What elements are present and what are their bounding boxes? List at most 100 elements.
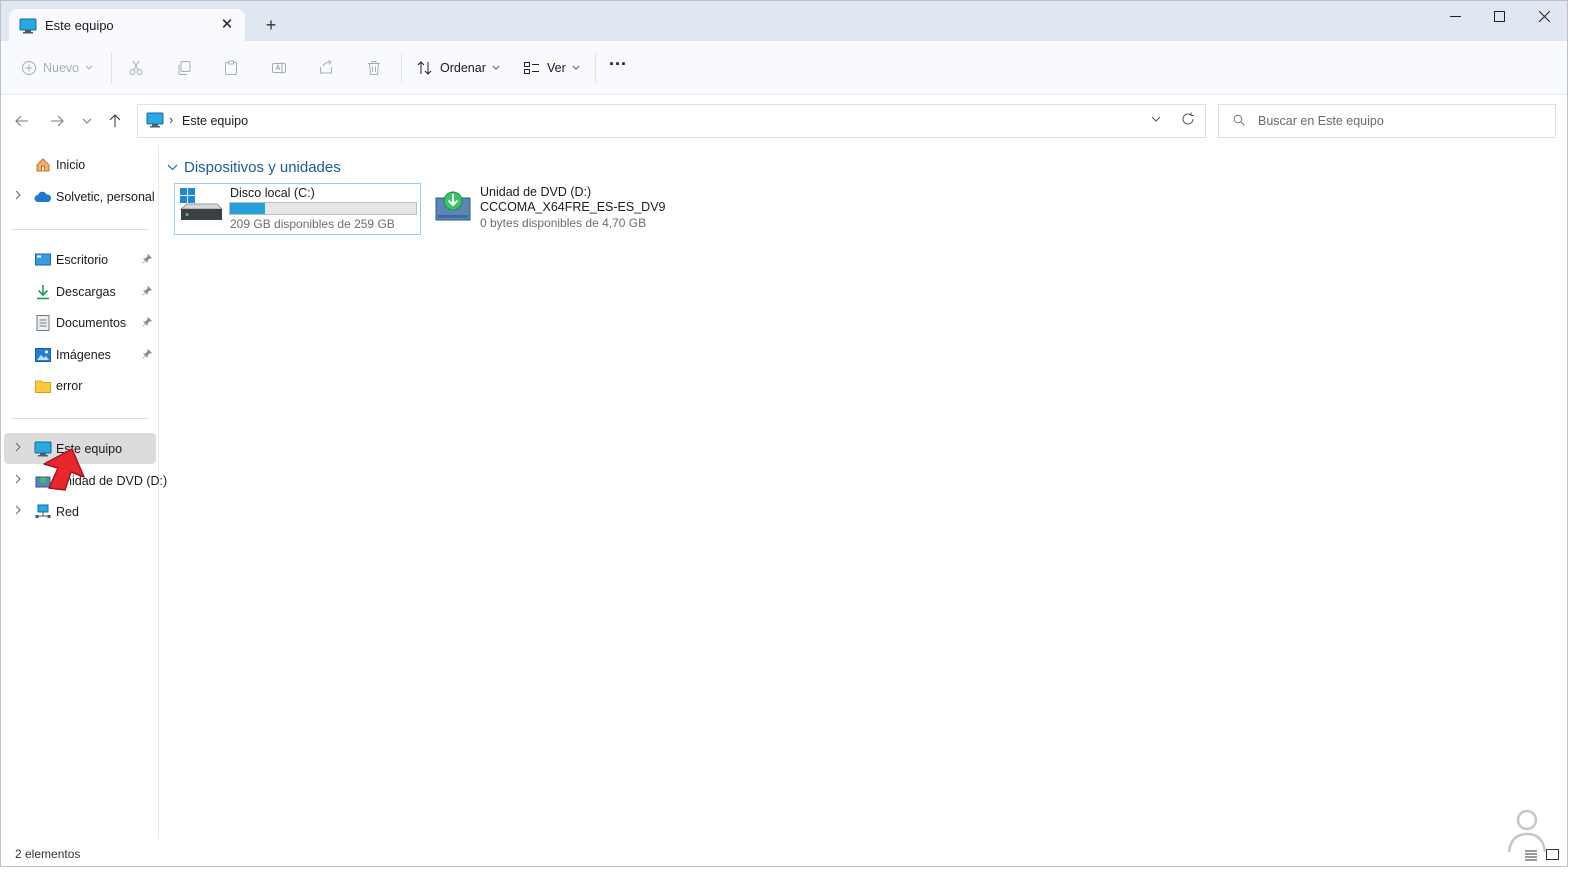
- chevron-right-icon[interactable]: [14, 190, 24, 203]
- chevron-down-icon: [85, 65, 93, 70]
- sidebar-divider: [12, 229, 148, 230]
- sidebar-item-onedrive[interactable]: Solvetic, personal: [4, 181, 156, 212]
- trash-icon: [368, 61, 380, 75]
- arrow-right-icon: [51, 115, 64, 127]
- sidebar-item-label: Escritorio: [56, 252, 109, 267]
- content-pane: Dispositivos y unidades Disco local (C:)…: [159, 145, 1567, 839]
- breadcrumb-este-equipo[interactable]: Este equipo: [182, 114, 248, 128]
- folder-icon: [34, 377, 52, 395]
- sidebar-item-label: Solvetic, personal: [56, 189, 155, 204]
- recent-locations-button[interactable]: [76, 110, 98, 132]
- copy-icon: [178, 61, 191, 75]
- address-bar[interactable]: › Este equipo: [137, 104, 1206, 138]
- sidebar-divider: [12, 418, 148, 419]
- new-tab-button[interactable]: +: [259, 15, 283, 35]
- chevron-down-icon: [572, 65, 580, 70]
- address-row: › Este equipo Buscar en Este equipo: [1, 95, 1567, 145]
- search-box[interactable]: Buscar en Este equipo: [1218, 104, 1556, 138]
- hard-drive-icon: [179, 187, 224, 226]
- share-icon: [320, 60, 332, 74]
- computer-icon: [146, 112, 164, 131]
- pin-icon[interactable]: [142, 316, 153, 330]
- toolbar-divider: [111, 53, 112, 83]
- chevron-down-icon: [167, 164, 178, 171]
- chevron-right-icon[interactable]: [14, 505, 24, 518]
- item-count: 2 elementos: [15, 847, 81, 861]
- sidebar-item-inicio[interactable]: Inicio: [4, 149, 156, 180]
- new-button-label: Nuevo: [43, 61, 80, 75]
- status-bar: 2 elementos: [1, 843, 1567, 865]
- cut-button[interactable]: [128, 55, 144, 81]
- sidebar-item-escritorio[interactable]: Escritorio: [4, 244, 156, 275]
- drive-usage-fill: [230, 203, 266, 214]
- computer-icon: [19, 18, 37, 37]
- view-icon: [524, 62, 539, 74]
- maximize-button[interactable]: [1476, 1, 1522, 31]
- breadcrumb-separator[interactable]: ›: [169, 112, 173, 127]
- tab-title: Este equipo: [45, 18, 114, 33]
- arrow-up-icon: [109, 114, 121, 127]
- sidebar-item-label: Descargas: [56, 284, 116, 299]
- sort-label: Ordenar: [440, 61, 486, 75]
- pin-icon[interactable]: [142, 348, 153, 362]
- drive-usage-bar: [229, 202, 417, 215]
- sidebar-item-label: Documentos: [56, 315, 127, 330]
- sidebar-item-label: Red: [56, 504, 79, 519]
- rename-button[interactable]: [271, 55, 287, 81]
- sidebar-item-imagenes[interactable]: Imágenes: [4, 339, 156, 370]
- refresh-button[interactable]: [1181, 112, 1195, 129]
- share-button[interactable]: [318, 55, 334, 81]
- tab-este-equipo[interactable]: Este equipo ✕: [9, 9, 245, 41]
- address-dropdown-button[interactable]: [1150, 113, 1162, 128]
- copy-button[interactable]: [176, 55, 192, 81]
- download-icon: [34, 283, 52, 301]
- plus-circle-icon: [22, 61, 36, 75]
- minimize-button[interactable]: [1432, 1, 1478, 31]
- back-button[interactable]: [11, 110, 33, 132]
- arrow-left-icon: [15, 115, 28, 127]
- drive-name: Unidad de DVD (D:): [480, 185, 592, 199]
- close-icon: [1538, 10, 1550, 22]
- network-icon: [34, 503, 52, 521]
- chevron-right-icon[interactable]: [14, 474, 24, 487]
- sidebar-item-documentos[interactable]: Documentos: [4, 307, 156, 338]
- chevron-right-icon[interactable]: [14, 442, 24, 455]
- refresh-icon: [1182, 112, 1194, 125]
- group-header[interactable]: Dispositivos y unidades: [167, 159, 341, 176]
- group-title: Dispositivos y unidades: [184, 159, 341, 176]
- annotation-arrow-icon: [39, 446, 91, 495]
- sidebar-item-red[interactable]: Red: [4, 496, 156, 527]
- close-tab-icon[interactable]: ✕: [217, 15, 237, 35]
- cut-icon: [129, 60, 143, 75]
- sidebar-item-label: Inicio: [56, 157, 86, 172]
- watermark-logo: [1501, 806, 1553, 857]
- forward-button[interactable]: [46, 110, 68, 132]
- search-input[interactable]: Buscar en Este equipo: [1258, 114, 1384, 128]
- view-button[interactable]: Ver: [523, 55, 580, 81]
- drive-tile-c[interactable]: Disco local (C:) 209 GB disponibles de 2…: [174, 183, 421, 235]
- more-options-button[interactable]: ···: [609, 51, 627, 77]
- close-window-button[interactable]: [1521, 1, 1567, 31]
- view-label: Ver: [547, 61, 566, 75]
- sidebar-item-label: Imágenes: [56, 347, 111, 362]
- desktop-icon: [34, 251, 52, 269]
- title-bar: Este equipo ✕ +: [1, 1, 1567, 41]
- sidebar-item-error[interactable]: error: [4, 370, 156, 401]
- up-button[interactable]: [104, 110, 126, 132]
- pin-icon[interactable]: [142, 253, 153, 267]
- sort-button[interactable]: Ordenar: [416, 55, 500, 81]
- command-bar: Nuevo Ordenar Ver ···: [1, 41, 1567, 95]
- delete-button[interactable]: [366, 55, 382, 81]
- paste-button[interactable]: [223, 55, 239, 81]
- drive-name: Disco local (C:): [230, 186, 315, 200]
- sort-icon: [417, 61, 432, 75]
- maximize-icon: [1493, 10, 1505, 22]
- drive-tile-d[interactable]: Unidad de DVD (D:) CCCOMA_X64FRE_ES-ES_D…: [429, 183, 679, 233]
- sidebar-item-descargas[interactable]: Descargas: [4, 276, 156, 307]
- pictures-icon: [34, 346, 52, 364]
- chevron-down-icon: [1151, 116, 1161, 122]
- search-icon: [1233, 114, 1245, 129]
- pin-icon[interactable]: [142, 285, 153, 299]
- file-explorer-window: Este equipo ✕ + Nuevo Ordenar Ver ··· › …: [0, 0, 1568, 867]
- new-button[interactable]: Nuevo: [21, 55, 93, 81]
